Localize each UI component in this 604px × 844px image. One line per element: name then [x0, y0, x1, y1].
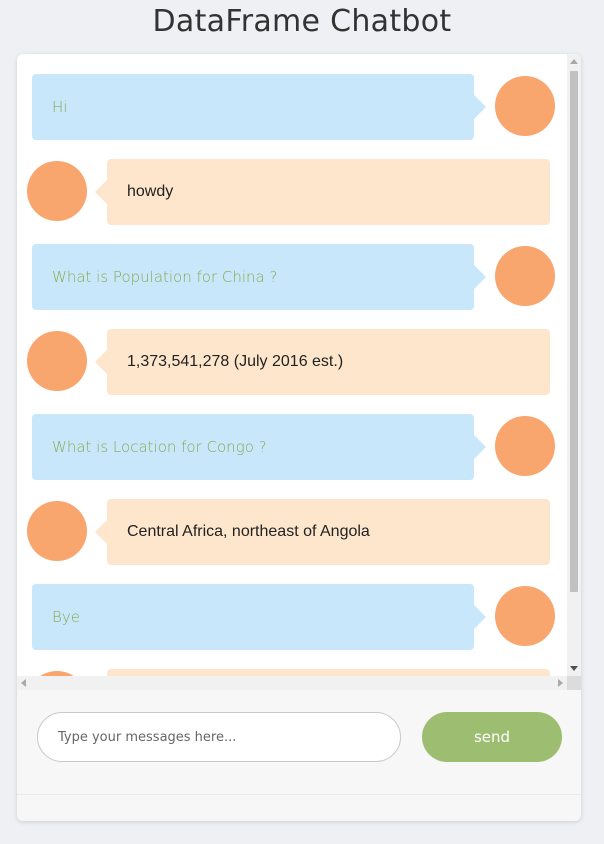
message-row-user: What is Population for China ? [17, 244, 565, 310]
scroll-right-arrow-icon[interactable] [558, 679, 563, 687]
message-text: What is Population for China ? [52, 268, 278, 286]
message-text: howdy [127, 183, 174, 200]
message-text: What is Location for Congo ? [52, 438, 267, 456]
user-message-bubble: What is Location for Congo ? [32, 414, 486, 480]
user-avatar [495, 246, 555, 306]
user-message-bubble: Hi [32, 74, 486, 140]
composer: send [17, 690, 581, 821]
user-avatar [495, 76, 555, 136]
bot-message-bubble: Central Africa, northeast of Angola [95, 499, 550, 565]
user-avatar [495, 416, 555, 476]
page-title: DataFrame Chatbot [152, 4, 452, 39]
scroll-down-arrow-icon[interactable] [570, 666, 578, 671]
scroll-up-arrow-icon[interactable] [570, 59, 578, 64]
chat-log[interactable]: Hi howdy What is Population for China ? … [17, 54, 581, 690]
user-message-bubble: Bye [32, 584, 486, 650]
user-avatar [495, 586, 555, 646]
scroll-left-arrow-icon[interactable] [21, 679, 26, 687]
message-row-bot: 1,373,541,278 (July 2016 est.) [17, 329, 565, 395]
message-row-user: Bye [17, 584, 565, 650]
bot-message-bubble: 1,373,541,278 (July 2016 est.) [95, 329, 550, 395]
user-message-bubble: What is Population for China ? [32, 244, 486, 310]
message-text: Bye [52, 608, 80, 626]
chat-window: Hi howdy What is Population for China ? … [17, 54, 581, 821]
message-text: Hi [52, 98, 68, 116]
bot-message-bubble: howdy [95, 159, 550, 225]
bot-avatar [27, 161, 87, 221]
horizontal-scrollbar[interactable] [17, 676, 567, 690]
message-row-user: Hi [17, 74, 565, 140]
bot-avatar [27, 501, 87, 561]
message-row-bot: Central Africa, northeast of Angola [17, 499, 565, 565]
message-text: 1,373,541,278 (July 2016 est.) [127, 353, 344, 370]
vertical-scrollbar[interactable] [567, 54, 581, 676]
message-row-user: What is Location for Congo ? [17, 414, 565, 480]
message-input[interactable] [37, 712, 401, 762]
scrollbar-thumb[interactable] [570, 71, 578, 592]
send-button[interactable]: send [422, 712, 562, 762]
message-text: Central Africa, northeast of Angola [127, 523, 370, 540]
divider [17, 794, 581, 795]
scrollbar-corner [567, 676, 581, 690]
bot-avatar [27, 331, 87, 391]
message-row-bot: howdy [17, 159, 565, 225]
